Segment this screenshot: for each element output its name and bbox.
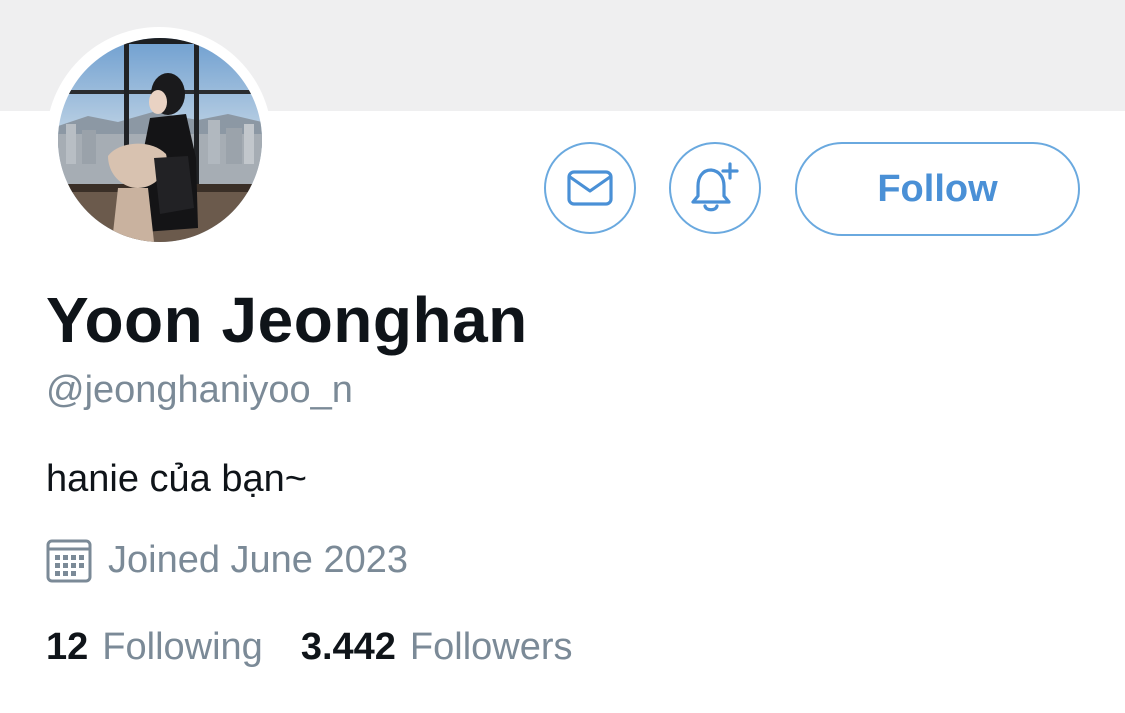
calendar-icon — [46, 537, 92, 583]
avatar[interactable] — [58, 38, 262, 242]
message-button[interactable] — [544, 142, 636, 234]
followers-label: Followers — [409, 626, 573, 668]
follow-button[interactable]: Follow — [795, 142, 1080, 236]
join-date: Joined June 2023 — [46, 537, 408, 583]
bell-plus-icon — [691, 162, 739, 212]
mail-icon — [567, 170, 613, 206]
following-count: 12 — [46, 626, 89, 668]
notify-button[interactable] — [669, 142, 761, 234]
profile-stats: 12 Following 3.442 Followers — [46, 626, 573, 669]
following-link[interactable]: 12 Following — [46, 626, 263, 669]
join-date-text: Joined June 2023 — [108, 538, 409, 581]
followers-count: 3.442 — [300, 626, 396, 668]
followers-link[interactable]: 3.442 Followers — [301, 626, 573, 669]
display-name: Yoon Jeonghan — [46, 284, 528, 356]
profile-bio: hanie của bạn~ — [46, 458, 307, 500]
user-handle: @jeonghaniyoo_n — [46, 369, 353, 411]
following-label: Following — [102, 626, 263, 668]
